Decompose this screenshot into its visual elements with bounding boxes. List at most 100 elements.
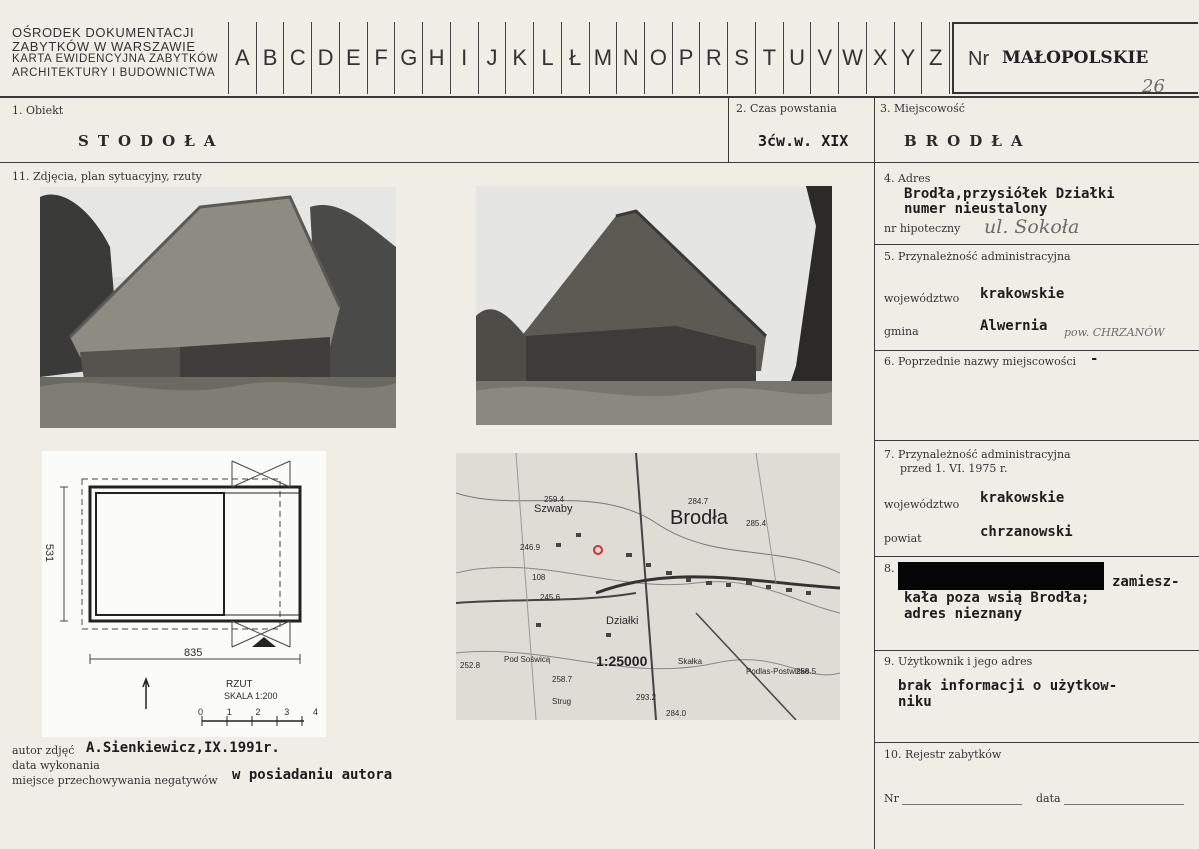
miejscowosc-value: BRODŁA: [904, 132, 1032, 150]
wojewodztwo-label: województwo: [884, 292, 960, 305]
map-scale: 1:25000: [596, 653, 648, 669]
nr-label: Nr: [968, 48, 990, 70]
dim-bottom: 835: [184, 647, 203, 659]
nr-number: 26: [1142, 76, 1165, 97]
czas-value: 3ćw.w. XIX: [758, 132, 849, 150]
rejestr-nr-line: [902, 804, 1022, 805]
gmina-value: Alwernia: [980, 318, 1048, 334]
map-label: Szwaby: [534, 503, 573, 515]
rule-right-8: [874, 556, 1199, 557]
przynal75-label-2: przed 1. VI. 1975 r.: [900, 462, 1008, 475]
floor-plan: 531 835 RZUT SKALA 1:200 0 1 2 3 4: [42, 451, 326, 737]
rule-col-czas: [728, 97, 729, 163]
rule-right-10: [874, 742, 1199, 743]
wlasciciel-value-1: zamiesz-: [1112, 574, 1180, 590]
org-line: OŚRODEK DOKUMENTACJI: [12, 25, 195, 40]
location-map: Brodła 1:25000 Szwaby Działki Pod Soświc…: [456, 453, 840, 720]
gmina-note: pow. CHRZANÓW: [1064, 326, 1165, 339]
index-letter: K: [506, 22, 535, 94]
powiat-label: powiat: [884, 532, 922, 545]
rejestr-data-label: data: [1036, 792, 1061, 805]
map-label: Strug: [552, 697, 572, 706]
wlasciciel-label: 8.: [884, 562, 895, 575]
wlasciciel-value-2: kała poza wsią Brodła;: [904, 590, 1090, 606]
index-letter: X: [867, 22, 895, 94]
map-height: 108: [532, 573, 546, 582]
index-letter: N: [617, 22, 646, 94]
index-letter: S: [728, 22, 756, 94]
organization-block: OŚRODEK DOKUMENTACJI ZABYTKÓW W WARSZAWI…: [12, 26, 222, 80]
map-height: 252.8: [460, 661, 481, 670]
index-letter: O: [645, 22, 673, 94]
redaction-bar: [898, 562, 1104, 590]
index-letter: Ł: [562, 22, 590, 94]
map-place: Brodła: [670, 507, 728, 529]
adres-value-2: numer nieustalony: [904, 201, 1048, 217]
tick-label: 2: [255, 707, 261, 717]
index-letter: M: [590, 22, 618, 94]
czas-label: 2. Czas powstania: [736, 102, 837, 115]
index-letter: I: [451, 22, 479, 94]
index-letter: L: [534, 22, 562, 94]
rejestr-label: 10. Rejestr zabytków: [884, 748, 1002, 761]
autor-value: A.Sienkiewicz,IX.1991r.: [86, 740, 280, 756]
data-label: data wykonania: [12, 759, 100, 772]
rule-row1-bottom: [0, 162, 1199, 163]
index-letter: J: [479, 22, 507, 94]
obiekt-label: 1. Obiekt: [12, 104, 64, 117]
miejsce-label: miejsce przechowywania negatywów: [12, 774, 218, 787]
rule-col-right: [874, 97, 875, 849]
wojewodztwo2-label: województwo: [884, 498, 960, 511]
plan-ticks: 0 1 2 3 4: [198, 707, 318, 717]
rejestr-nr-label: Nr: [884, 792, 899, 805]
index-letter: A: [228, 22, 257, 94]
index-letter: F: [368, 22, 396, 94]
index-letter: E: [340, 22, 368, 94]
autor-label: autor zdjęć: [12, 744, 75, 757]
index-letter: U: [784, 22, 812, 94]
rule-header-bottom: [0, 96, 1199, 98]
org-line: ZABYTKÓW W WARSZAWIE: [12, 38, 196, 54]
map-height: 246.9: [520, 543, 541, 552]
index-letter: B: [257, 22, 285, 94]
zdjecia-label: 11. Zdjęcia, plan sytuacyjny, rzuty: [12, 170, 202, 183]
uzytkownik-value-1: brak informacji o użytkow-: [898, 678, 1118, 694]
gmina-label: gmina: [884, 325, 919, 338]
map-label: Skałka: [678, 657, 703, 666]
wojewodztwo-value: krakowskie: [980, 286, 1065, 302]
poprzednie-value: -: [1090, 351, 1099, 367]
org-line: KARTA EWIDENCYJNA ZABYTKÓW: [12, 53, 219, 65]
map-label: Pod Soświcą: [504, 655, 551, 664]
index-letter: T: [756, 22, 784, 94]
org-line: ARCHITEKTURY I BUDOWNICTWA: [12, 66, 216, 79]
index-letter: Y: [895, 22, 923, 94]
map-height: 258.7: [552, 675, 573, 684]
plan-scale: SKALA 1:200: [224, 691, 278, 701]
obiekt-value: STODOŁA: [78, 132, 225, 150]
nr-box: Nr MAŁOPOLSKIE 26: [952, 22, 1198, 97]
rule-right-6: [874, 350, 1199, 351]
rejestr-data-line: [1064, 804, 1184, 805]
map-height: 284.0: [666, 709, 687, 718]
uzytkownik-value-2: niku: [898, 694, 932, 710]
hipoteczny-value: ul. Sokoła: [984, 216, 1080, 238]
przynal75-label-1: 7. Przynależność administracyjna: [884, 448, 1071, 461]
rule-right-7: [874, 440, 1199, 441]
powiat-value: chrzanowski: [980, 524, 1073, 540]
przynal-label: 5. Przynależność administracyjna: [884, 250, 1071, 263]
nr-value: MAŁOPOLSKIE: [1002, 48, 1149, 68]
wojewodztwo2-value: krakowskie: [980, 490, 1065, 506]
photo-barn-2: [476, 186, 832, 425]
map-height: 245.6: [540, 593, 561, 602]
uzytkownik-label: 9. Użytkownik i jego adres: [884, 655, 1033, 668]
index-letter: Z: [922, 22, 951, 94]
rule-right-9: [874, 650, 1199, 651]
plan-title: RZUT: [226, 679, 253, 690]
miejscowosc-label: 3. Miejscowość: [880, 102, 965, 115]
index-letter: G: [395, 22, 424, 94]
map-height: 284.7: [688, 497, 709, 506]
tick-label: 3: [284, 707, 290, 717]
map-height: 285.4: [746, 519, 767, 528]
index-letter: D: [312, 22, 340, 94]
adres-value-1: Brodła,przysiółek Działki: [904, 186, 1115, 202]
